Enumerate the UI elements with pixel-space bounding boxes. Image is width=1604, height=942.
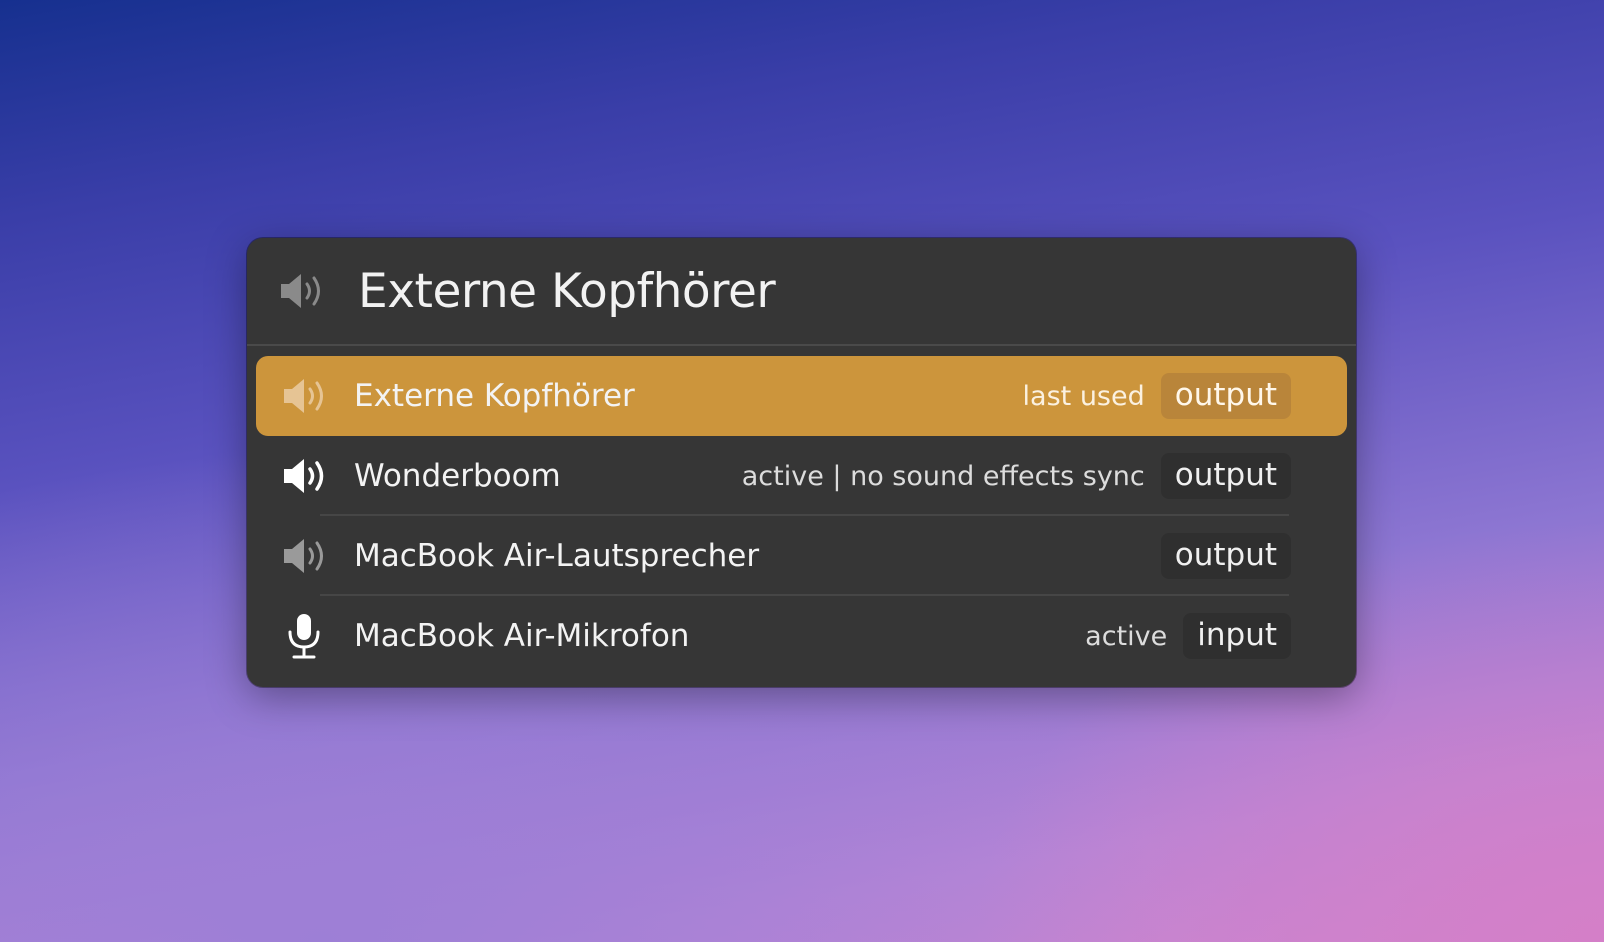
device-row-macbook-air-mikrofon[interactable]: MacBook Air-Mikrofon active input	[256, 596, 1347, 676]
microphone-icon	[276, 614, 332, 659]
device-name: MacBook Air-Lautsprecher	[354, 538, 760, 574]
device-status: active	[1085, 620, 1168, 652]
speaker-icon	[277, 269, 333, 313]
device-name: Wonderboom	[354, 458, 561, 494]
device-type-badge: output	[1160, 533, 1291, 579]
audio-device-switcher: Externe Kopfhörer Externe Kopfhörer last…	[247, 238, 1356, 687]
device-row-externe-kopfhoerer[interactable]: Externe Kopfhörer last used output	[256, 356, 1347, 436]
device-name: Externe Kopfhörer	[354, 378, 635, 414]
device-status: active | no sound effects sync	[741, 460, 1145, 492]
speaker-icon	[276, 454, 332, 498]
device-type-badge: output	[1160, 453, 1291, 499]
switcher-header: Externe Kopfhörer	[247, 238, 1356, 346]
device-type-badge: input	[1183, 613, 1291, 659]
device-status: last used	[1022, 380, 1145, 412]
device-row-wonderboom[interactable]: Wonderboom active | no sound effects syn…	[256, 436, 1347, 516]
device-list: Externe Kopfhörer last used output Wonde…	[247, 346, 1356, 676]
device-type-badge: output	[1160, 373, 1291, 419]
device-row-macbook-air-lautsprecher[interactable]: MacBook Air-Lautsprecher output	[256, 516, 1347, 596]
speaker-icon	[276, 534, 332, 578]
speaker-icon	[276, 374, 332, 418]
device-name: MacBook Air-Mikrofon	[354, 618, 690, 654]
current-device-title: Externe Kopfhörer	[358, 263, 776, 319]
